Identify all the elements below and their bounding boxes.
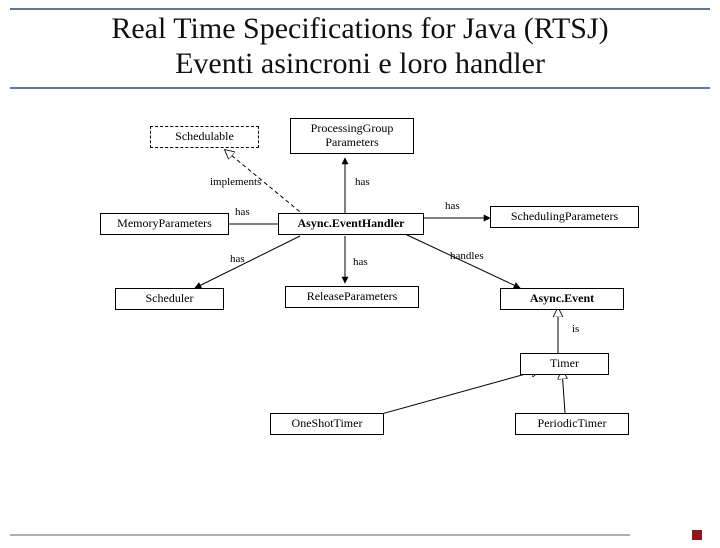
box-memory-parameters: MemoryParameters	[100, 213, 229, 235]
box-processing-group-parameters: ProcessingGroup Parameters	[290, 118, 414, 154]
label-implements: implements	[210, 176, 261, 188]
label-is: is	[572, 323, 579, 335]
box-one-shot-timer: OneShotTimer	[270, 413, 384, 435]
label-handles: handles	[450, 250, 484, 262]
label-has-scheduler: has	[230, 253, 245, 265]
footer-square-icon	[692, 530, 702, 540]
label-has-scheduling: has	[445, 200, 460, 212]
label-has-release: has	[353, 256, 368, 268]
slide-title-block: Real Time Specifications for Java (RTSJ)…	[10, 8, 710, 89]
box-async-event: Async.Event	[500, 288, 624, 310]
footer-rule	[10, 534, 630, 536]
title-line-2: Eventi asincroni e loro handler	[10, 47, 710, 82]
label-has-processing-group: has	[355, 176, 370, 188]
box-schedulable: Schedulable	[150, 126, 259, 148]
class-diagram: Schedulable ProcessingGroup Parameters M…	[60, 108, 680, 468]
box-periodic-timer: PeriodicTimer	[515, 413, 629, 435]
title-line-1: Real Time Specifications for Java (RTSJ)	[10, 12, 710, 47]
label-has-memory: has	[235, 206, 250, 218]
box-release-parameters: ReleaseParameters	[285, 286, 419, 308]
box-timer: Timer	[520, 353, 609, 375]
box-scheduler: Scheduler	[115, 288, 224, 310]
box-async-event-handler: Async.EventHandler	[278, 213, 424, 235]
box-scheduling-parameters: SchedulingParameters	[490, 206, 639, 228]
